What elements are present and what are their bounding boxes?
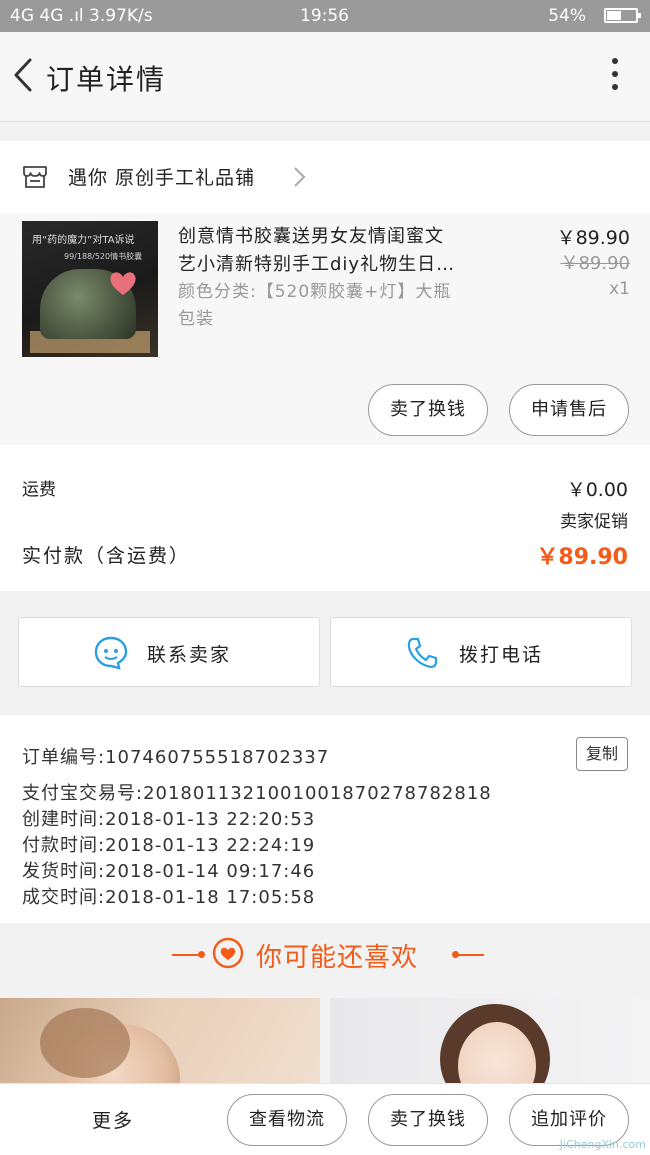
sell-button[interactable]: 卖了换钱 bbox=[368, 384, 488, 436]
recommend-item-image[interactable] bbox=[330, 998, 650, 1088]
battery-percent: 54% bbox=[548, 6, 586, 26]
copy-button[interactable]: 复制 bbox=[576, 737, 628, 771]
heart-lamp-icon bbox=[110, 272, 136, 295]
phone-icon bbox=[407, 637, 438, 669]
paid-value: ￥89.90 bbox=[536, 545, 628, 570]
view-logistics-button[interactable]: 查看物流 bbox=[227, 1094, 347, 1146]
shipping-value: ￥0.00 bbox=[566, 479, 628, 501]
recommend-item-image[interactable] bbox=[0, 998, 320, 1088]
recommend-header: 你可能还喜欢 bbox=[0, 923, 650, 987]
watermark: JiChengXin.com bbox=[559, 1138, 646, 1151]
paid-time: 付款时间:2018-01-13 22:24:19 bbox=[22, 835, 316, 856]
payment-summary: 运费 ￥0.00 卖家促销 实付款（含运费） ￥89.90 bbox=[0, 445, 650, 591]
store-icon bbox=[23, 166, 47, 188]
promo-label: 卖家促销 bbox=[560, 512, 628, 532]
shipped-time: 发货时间:2018-01-14 09:17:46 bbox=[22, 861, 316, 882]
original-price: ￥89.90 bbox=[560, 253, 630, 274]
heart-circle-icon bbox=[212, 937, 244, 969]
divider bbox=[0, 121, 650, 122]
network-indicator: 4G 4G .ıl 3.97K/s bbox=[10, 6, 153, 26]
paid-label: 实付款（含运费） bbox=[22, 545, 191, 567]
chevron-right-icon bbox=[294, 167, 306, 187]
battery-icon bbox=[604, 8, 641, 23]
product-price: ￥89.90 bbox=[556, 227, 630, 249]
product-title: 创意情书胶囊送男女友情闺蜜文 艺小清新特别手工diy礼物生日… bbox=[178, 226, 456, 275]
more-options-icon[interactable] bbox=[610, 58, 620, 98]
call-label: 拨打电话 bbox=[459, 644, 544, 666]
clock: 19:56 bbox=[300, 6, 349, 26]
divider-right bbox=[456, 954, 484, 956]
contact-seller-label: 联系卖家 bbox=[147, 644, 232, 666]
more-button[interactable]: 更多 bbox=[92, 1106, 134, 1133]
divider-left bbox=[172, 954, 200, 956]
recommend-title: 你可能还喜欢 bbox=[256, 943, 419, 973]
chat-bubble-icon bbox=[94, 636, 128, 670]
shipping-label: 运费 bbox=[22, 480, 56, 500]
order-number: 订单编号:107460755518702337 bbox=[22, 747, 330, 768]
product-thumbnail[interactable]: 用“药的魔力”对TA诉说 99/188/520情书胶囊 bbox=[22, 221, 158, 357]
created-time: 创建时间:2018-01-13 22:20:53 bbox=[22, 809, 316, 830]
order-info: 订单编号:107460755518702337 复制 支付宝交易号:201801… bbox=[0, 715, 650, 923]
sell-again-button[interactable]: 卖了换钱 bbox=[368, 1094, 488, 1146]
nav-header: 订单详情 bbox=[0, 32, 650, 120]
product-quantity: x1 bbox=[609, 279, 630, 299]
shop-row[interactable]: 遇你 原创手工礼品铺 bbox=[0, 141, 650, 213]
alipay-number: 支付宝交易号:2018011321001001870278782818 bbox=[22, 783, 492, 804]
shop-name: 遇你 原创手工礼品铺 bbox=[68, 167, 256, 189]
product-spec: 颜色分类:【520颗胶囊+灯】大瓶 包装 bbox=[178, 282, 452, 329]
network-speed: 3.97K/s bbox=[89, 6, 153, 26]
thumbnail-subcaption: 99/188/520情书胶囊 bbox=[64, 252, 143, 261]
status-bar: 4G 4G .ıl 3.97K/s 19:56 54% bbox=[0, 0, 650, 32]
thumbnail-caption: 用“药的魔力”对TA诉说 bbox=[32, 235, 135, 246]
after-sale-button[interactable]: 申请售后 bbox=[509, 384, 629, 436]
page-title: 订单详情 bbox=[46, 63, 167, 96]
contact-seller-button[interactable]: 联系卖家 bbox=[18, 617, 320, 687]
bottom-action-bar: 更多 查看物流 卖了换钱 追加评价 JiChengXin.com bbox=[0, 1083, 650, 1155]
product-card[interactable]: 用“药的魔力”对TA诉说 99/188/520情书胶囊 创意情书胶囊送男女友情闺… bbox=[0, 213, 650, 445]
completed-time: 成交时间:2018-01-18 17:05:58 bbox=[22, 887, 316, 908]
back-arrow-icon[interactable] bbox=[8, 52, 44, 98]
call-button[interactable]: 拨打电话 bbox=[330, 617, 632, 687]
